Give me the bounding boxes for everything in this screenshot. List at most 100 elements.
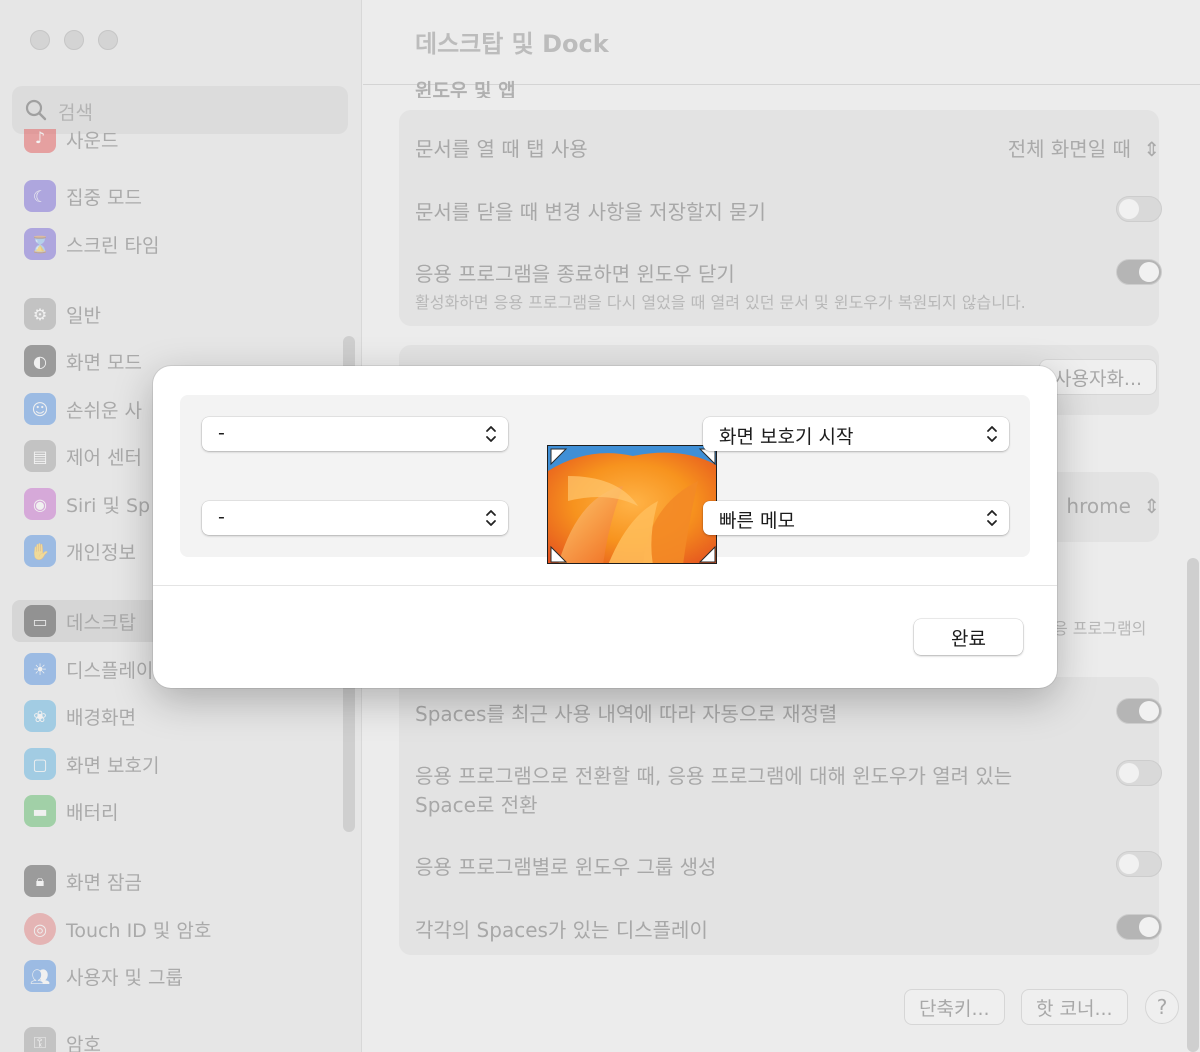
default-browser-popup[interactable]: hrome ⇕ (1066, 494, 1160, 518)
shortcuts-button[interactable]: 단축키... (904, 989, 1005, 1025)
users-icon: 👥︎ (24, 960, 56, 992)
chevron-updown-icon (987, 510, 997, 526)
page-title: 데스크탑 및 Dock (415, 30, 609, 58)
moon-icon: ☾ (24, 180, 56, 212)
done-button[interactable]: 완료 (914, 619, 1023, 655)
gear-icon: ⚙ (24, 298, 56, 330)
close-window-button[interactable] (30, 30, 50, 50)
screensaver-icon: ▢ (24, 748, 56, 780)
sun-icon: ☀ (24, 653, 56, 685)
close-windows-toggle[interactable] (1116, 259, 1162, 285)
hot-corners-button[interactable]: 핫 코너... (1021, 989, 1128, 1025)
sidebar-item-screen-saver[interactable]: ▢ 화면 보호기 (12, 743, 348, 785)
sidebar-item-screen-time[interactable]: ⌛ 스크린 타임 (12, 223, 348, 265)
sidebar-item-label: 사용자 및 그룹 (66, 967, 183, 989)
hot-corners-dialog: - - 화면 보호기 시작 빠른 메모 완료 (153, 366, 1057, 688)
sidebar-item-label: 데스크탑 (66, 612, 136, 634)
switch-space-label: 응용 프로그램으로 전환할 때, 응용 프로그램에 대해 윈도우가 열려 있는 (415, 764, 1013, 788)
ask-save-label: 문서를 닫을 때 변경 사항을 저장할지 묻기 (415, 200, 766, 224)
sidebar-item-label: 집중 모드 (66, 187, 142, 209)
accessibility-icon: ☺ (24, 393, 56, 425)
speaker-icon: ♪ (24, 129, 56, 153)
sidebar-item-wallpaper[interactable]: ❀ 배경화면 (12, 695, 348, 737)
settings-window: 검색 ♪ 사운드 ☾ 집중 모드 ⌛ 스크린 타임 ⚙ 일반 ◐ 화면 모드 ☺… (0, 0, 1200, 1052)
group-windows-toggle[interactable] (1116, 851, 1162, 877)
minimize-window-button[interactable] (64, 30, 84, 50)
sidebar-item-label: 화면 모드 (66, 352, 142, 374)
help-button[interactable]: ? (1145, 990, 1179, 1024)
default-browser-value: hrome (1066, 494, 1131, 518)
tabs-popup[interactable]: 전체 화면일 때 ⇕ (1008, 133, 1160, 162)
chevron-updown-icon (987, 426, 997, 442)
section-heading: 윈도우 및 앱 (415, 80, 516, 98)
sidebar-item-general[interactable]: ⚙ 일반 (12, 293, 348, 335)
sidebar-item-label: 암호 (66, 1034, 101, 1052)
chevron-updown-icon (486, 426, 496, 442)
sidebar-item-label: 사운드 (66, 130, 119, 152)
sidebar-item-passwords[interactable]: ⚿ 암호 (12, 1022, 348, 1052)
sidebar-item-sound[interactable]: ♪ 사운드 (12, 129, 348, 159)
zoom-window-button[interactable] (98, 30, 118, 50)
separate-spaces-label: 각각의 Spaces가 있는 디스플레이 (415, 918, 708, 942)
bottom-left-corner-select[interactable]: - (202, 501, 508, 535)
sidebar-item-label: 배경화면 (66, 707, 136, 729)
dialog-divider (153, 585, 1057, 586)
ask-save-toggle[interactable] (1116, 196, 1162, 222)
battery-icon: ▬ (24, 795, 56, 827)
wallpaper-image (548, 446, 716, 563)
dock-icon: ▭ (24, 605, 56, 637)
control-center-icon: ▤ (24, 440, 56, 472)
lock-icon: 🔒︎ (24, 865, 56, 897)
switch-space-toggle[interactable] (1116, 760, 1162, 786)
sidebar-item-label: 디스플레이 (66, 660, 154, 682)
close-windows-description: 활성화하면 응용 프로그램을 다시 열었을 때 열려 있던 문서 및 윈도우가 … (415, 293, 1026, 312)
sidebar-item-label: 제어 센터 (66, 447, 142, 469)
group-windows-label: 응용 프로그램별로 윈도우 그룹 생성 (415, 855, 717, 879)
separate-spaces-toggle[interactable] (1116, 914, 1162, 940)
bottom-left-corner-value: - (218, 506, 225, 528)
top-right-corner-select[interactable]: 화면 보호기 시작 (703, 417, 1009, 451)
flower-icon: ❀ (24, 700, 56, 732)
sidebar-item-label: 스크린 타임 (66, 235, 160, 257)
hot-corners-button-label: 핫 코너... (1036, 997, 1113, 1020)
chevron-updown-icon: ⇕ (1143, 494, 1160, 518)
done-button-label: 완료 (951, 627, 986, 650)
close-windows-label: 응용 프로그램을 종료하면 윈도우 닫기 (415, 262, 735, 286)
desktop-preview (547, 445, 717, 564)
help-icon: ? (1156, 995, 1168, 1019)
main-scrollbar[interactable] (1187, 558, 1199, 1052)
sidebar-item-focus[interactable]: ☾ 집중 모드 (12, 175, 348, 217)
sidebar-item-label: 손쉬운 사 (66, 400, 142, 422)
chevron-updown-icon (486, 510, 496, 526)
chevron-updown-icon: ⇕ (1143, 137, 1160, 161)
sidebar-item-lock-screen[interactable]: 🔒︎ 화면 잠금 (12, 860, 348, 902)
fingerprint-icon: ◎ (24, 913, 56, 945)
sidebar-item-label: Touch ID 및 암호 (66, 920, 212, 942)
sidebar-item-touch-id[interactable]: ◎ Touch ID 및 암호 (12, 908, 348, 950)
appearance-icon: ◐ (24, 345, 56, 377)
siri-icon: ◉ (24, 488, 56, 520)
hand-icon: ✋ (24, 535, 56, 567)
sidebar-item-label: Siri 및 Sp (66, 495, 151, 517)
customize-button-label: 사용자화... (1054, 367, 1143, 390)
apps-description-cut: 응 프로그램의 (1053, 619, 1147, 638)
spaces-reorder-toggle[interactable] (1116, 698, 1162, 724)
sidebar-item-users[interactable]: 👥︎ 사용자 및 그룹 (12, 955, 348, 997)
bottom-right-corner-value: 빠른 메모 (719, 510, 795, 532)
sidebar-item-label: 배터리 (66, 802, 119, 824)
top-left-corner-select[interactable]: - (202, 417, 508, 451)
top-right-corner-value: 화면 보호기 시작 (719, 426, 854, 448)
hourglass-icon: ⌛ (24, 228, 56, 260)
spaces-reorder-label: Spaces를 최근 사용 내역에 따라 자동으로 재정렬 (415, 702, 838, 726)
search-input[interactable]: 검색 (12, 86, 348, 134)
key-icon: ⚿ (24, 1027, 56, 1052)
sidebar-item-label: 일반 (66, 305, 101, 327)
search-placeholder: 검색 (58, 102, 93, 124)
tabs-label: 문서를 열 때 탭 사용 (415, 137, 588, 161)
tabs-popup-value: 전체 화면일 때 (1007, 137, 1131, 161)
shortcuts-button-label: 단축키... (919, 997, 990, 1020)
bottom-right-corner-select[interactable]: 빠른 메모 (703, 501, 1009, 535)
switch-space-label-line2: Space로 전환 (415, 793, 538, 817)
sidebar-item-battery[interactable]: ▬ 배터리 (12, 790, 348, 832)
sidebar-item-label: 개인정보 (66, 542, 136, 564)
